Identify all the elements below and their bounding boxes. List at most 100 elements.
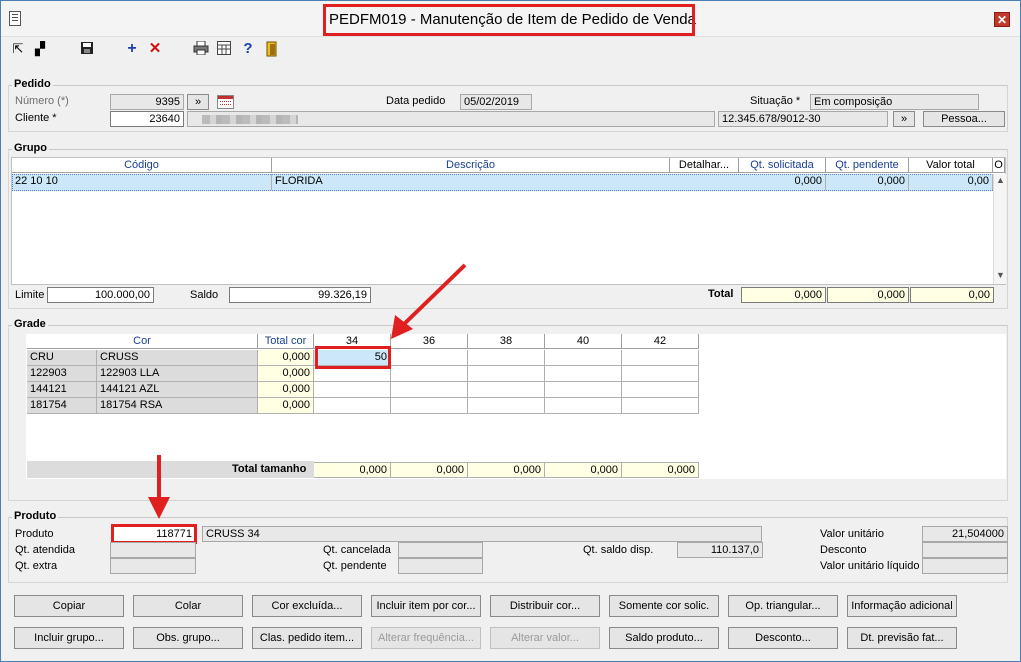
toolbar: ⇱ ▞ + ✕ ? [1,38,1020,62]
grupo-cell-qt-solicitada[interactable]: 0,000 [739,174,826,190]
grade-cell-34[interactable] [314,398,391,414]
grade-cell-36[interactable] [391,398,468,414]
incluir-item-cor-button[interactable]: Incluir item por cor... [371,595,481,617]
grupo-header-qt-solicitada[interactable]: Qt. solicitada [739,158,826,173]
title-bar: PEDFM019 - Manutenção de Item de Pedido … [1,1,1020,37]
grade-header-size-40[interactable]: 40 [545,334,622,349]
alterar-frequencia-button: Alterar frequência... [371,627,481,649]
info-adicional-button[interactable]: Informação adicional [847,595,957,617]
somente-cor-button[interactable]: Somente cor solic. [609,595,719,617]
save-icon[interactable] [79,41,95,57]
obs-grupo-button[interactable]: Obs. grupo... [133,627,243,649]
numero-goto-button[interactable]: » [187,94,209,110]
grupo-header-qt-pendente[interactable]: Qt. pendente [826,158,909,173]
grade-header-total-cor[interactable]: Total cor [258,334,314,349]
situacao-label: Situação * [750,95,801,107]
app-icon [9,11,21,26]
tile-icon[interactable]: ▞ [32,41,48,57]
grade-header-size-42[interactable]: 42 [622,334,699,349]
grade-cell-40[interactable] [545,350,622,366]
pessoa-button[interactable]: Pessoa... [923,111,1005,127]
total-tamanho-34: 0,000 [314,462,391,478]
grade-cell-38[interactable] [468,350,545,366]
grade-row-total: 0,000 [258,382,314,398]
add-icon[interactable]: + [124,41,140,57]
grupo-header-valor-total[interactable]: Valor total [909,158,993,173]
app-window: PEDFM019 - Manutenção de Item de Pedido … [0,0,1021,662]
distribuir-cor-button[interactable]: Distribuir cor... [490,595,600,617]
grade-cell-40[interactable] [545,398,622,414]
help-icon[interactable]: ? [240,41,256,57]
calculator-icon[interactable] [216,41,232,57]
close-button[interactable]: ✕ [994,12,1010,27]
valor-unitario-field: 21,504000 [922,526,1008,542]
grade-row-name[interactable]: CRUSS [97,350,258,366]
grade-cell-42[interactable] [622,366,699,382]
incluir-grupo-button[interactable]: Incluir grupo... [14,627,124,649]
size-34-highlight-box [315,346,391,369]
cnpj-goto-button[interactable]: » [893,111,915,127]
situacao-field: Em composição [810,94,979,110]
grade-cell-38[interactable] [468,382,545,398]
title-highlight-box [323,4,695,36]
grade-cell-40[interactable] [545,382,622,398]
grade-cell-42[interactable] [622,382,699,398]
scroll-down-icon[interactable]: ▼ [996,270,1005,280]
grade-group-title: Grade [12,318,48,330]
produto-highlight-box [111,524,197,544]
colar-button[interactable]: Colar [133,595,243,617]
desconto-button[interactable]: Desconto... [728,627,838,649]
exit-icon[interactable] [264,41,280,57]
grade-cell-38[interactable] [468,366,545,382]
dt-previsao-button[interactable]: Dt. previsão fat... [847,627,957,649]
grade-row-code[interactable]: CRU [27,350,97,366]
grade-cell-38[interactable] [468,398,545,414]
grupo-header-o[interactable]: O [993,158,1005,173]
grade-header-size-38[interactable]: 38 [468,334,545,349]
grade-row-total: 0,000 [258,350,314,366]
grupo-header-codigo[interactable]: Código [12,158,272,173]
grupo-cell-codigo[interactable]: 22 10 10 [12,174,272,190]
numero-field: 9395 [110,94,184,110]
grade-cell-42[interactable] [622,350,699,366]
grade-row-code[interactable]: 144121 [27,382,97,398]
total-tamanho-42: 0,000 [622,462,699,478]
delete-icon[interactable]: ✕ [147,41,163,57]
total-tamanho-40: 0,000 [545,462,622,478]
grade-cell-36[interactable] [391,382,468,398]
qt-cancelada-label: Qt. cancelada [323,544,391,556]
total-pendente-field: 0,000 [827,287,909,303]
print-icon[interactable] [193,40,209,57]
grade-cell-36[interactable] [391,350,468,366]
grade-cell-40[interactable] [545,366,622,382]
export-icon[interactable]: ⇱ [10,41,26,57]
grade-row-name[interactable]: 181754 RSA [97,398,258,414]
cor-excluida-button[interactable]: Cor excluída... [252,595,362,617]
grade-row-code[interactable]: 181754 [27,398,97,414]
total-label: Total [708,288,734,300]
cliente-label: Cliente * [15,112,57,124]
grupo-cell-qt-pendente[interactable]: 0,000 [826,174,909,190]
grade-row-code[interactable]: 122903 [27,366,97,382]
grade-header-cor[interactable]: Cor [27,334,258,349]
grade-row-name[interactable]: 122903 LLA [97,366,258,382]
grade-cell-36[interactable] [391,366,468,382]
grade-cell-34[interactable] [314,382,391,398]
calendar-icon[interactable] [217,95,234,109]
grupo-cell-valor-total[interactable]: 0,00 [909,174,993,190]
grupo-scrollbar[interactable]: ▲ ▼ [993,174,1006,284]
op-triangular-button[interactable]: Op. triangular... [728,595,838,617]
grade-cell-42[interactable] [622,398,699,414]
total-tamanho-38: 0,000 [468,462,545,478]
grupo-header-detalhar[interactable]: Detalhar... [670,158,739,173]
qt-atendida-field [110,542,196,558]
grupo-header-descricao[interactable]: Descrição [272,158,670,173]
cliente-field[interactable]: 23640 [110,111,184,127]
clas-pedido-button[interactable]: Clas. pedido item... [252,627,362,649]
grade-row-total: 0,000 [258,366,314,382]
saldo-produto-button[interactable]: Saldo produto... [609,627,719,649]
grupo-cell-descricao[interactable]: FLORIDA [272,174,670,190]
copiar-button[interactable]: Copiar [14,595,124,617]
grade-row-name[interactable]: 144121 AZL [97,382,258,398]
scroll-up-icon[interactable]: ▲ [996,175,1005,185]
